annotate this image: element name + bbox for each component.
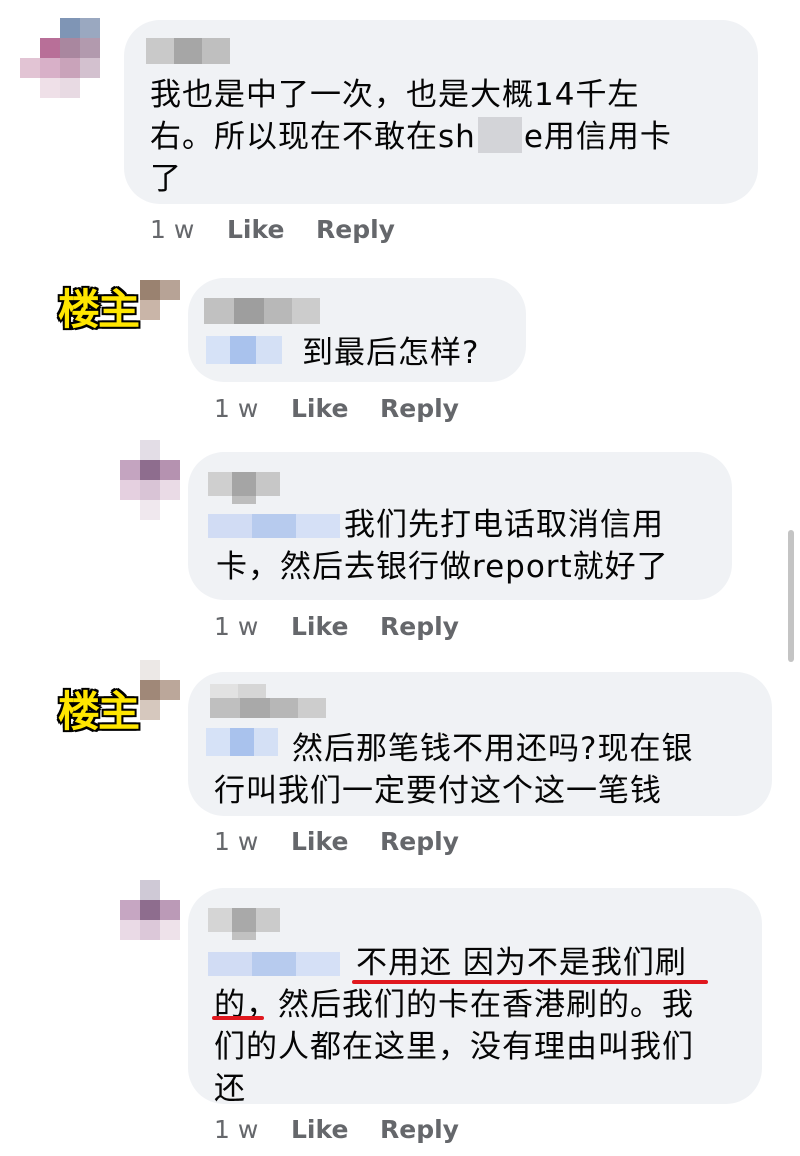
censored-text xyxy=(477,117,522,153)
like-button[interactable]: Like xyxy=(291,826,348,858)
comment-bubble: 不用还 因为不是我们刷 的，然后我们的卡在香港刷的。我 们的人都在这里，没有理由… xyxy=(188,888,762,1107)
comment-bubble: 然后那笔钱不用还吗?现在银 行叫我们一定要付这个这一笔钱 xyxy=(188,672,772,816)
user-tag[interactable] xyxy=(206,332,282,370)
timestamp: 1 w xyxy=(150,215,195,244)
like-button[interactable]: Like xyxy=(227,214,284,246)
author-name[interactable] xyxy=(210,684,326,718)
comment-actions: 1 w Like Reply xyxy=(214,393,474,425)
timestamp: 1 w xyxy=(214,1115,259,1144)
comment-text: 我们先打电话取消信用 卡，然后去银行做report就好了 xyxy=(216,507,669,585)
author-name[interactable] xyxy=(146,38,230,64)
comment-actions: 1 w Like Reply xyxy=(214,1114,474,1146)
comment-actions: 1 w Like Reply xyxy=(150,214,410,246)
avatar[interactable] xyxy=(120,880,180,940)
op-badge: 楼主 xyxy=(56,284,141,336)
like-button[interactable]: Like xyxy=(291,611,348,643)
reply-button[interactable]: Reply xyxy=(316,214,395,246)
reply-button[interactable]: Reply xyxy=(380,393,459,425)
timestamp: 1 w xyxy=(214,827,259,856)
reply-button[interactable]: Reply xyxy=(380,611,459,643)
comment-bubble: 我也是中了一次，也是大概14千左 右。所以现在不敢在sh e用信用卡 了 xyxy=(124,20,758,204)
comment-text: 我也是中了一次，也是大概14千左 右。所以现在不敢在sh e用信用卡 了 xyxy=(150,77,672,197)
reply-button[interactable]: Reply xyxy=(380,1114,459,1146)
avatar[interactable] xyxy=(120,440,180,520)
comment-text: 不用还 因为不是我们刷 的，然后我们的卡在香港刷的。我 们的人都在这里，没有理由… xyxy=(214,945,694,1107)
author-name[interactable] xyxy=(204,298,320,324)
op-badge: 楼主 xyxy=(56,686,141,738)
like-button[interactable]: Like xyxy=(291,1114,348,1146)
timestamp: 1 w xyxy=(214,612,259,641)
comment-bubble: 到最后怎样? xyxy=(188,278,526,382)
comment-text: 然后那笔钱不用还吗?现在银 行叫我们一定要付这个这一笔钱 xyxy=(214,731,694,809)
reply-button[interactable]: Reply xyxy=(380,826,459,858)
highlighted-text: 不用还 因为不是我们刷 xyxy=(356,945,687,981)
like-button[interactable]: Like xyxy=(291,393,348,425)
comment-text: 到最后怎样? xyxy=(302,335,480,371)
comment-actions: 1 w Like Reply xyxy=(214,611,474,643)
author-name[interactable] xyxy=(208,900,280,940)
red-underline xyxy=(352,980,708,984)
comment-actions: 1 w Like Reply xyxy=(214,826,474,858)
timestamp: 1 w xyxy=(214,394,259,423)
avatar[interactable] xyxy=(20,18,100,102)
comment-bubble: 我们先打电话取消信用 卡，然后去银行做report就好了 xyxy=(188,452,732,600)
author-name[interactable] xyxy=(208,464,280,504)
red-underline xyxy=(212,1016,264,1020)
scrollbar[interactable] xyxy=(788,530,794,662)
